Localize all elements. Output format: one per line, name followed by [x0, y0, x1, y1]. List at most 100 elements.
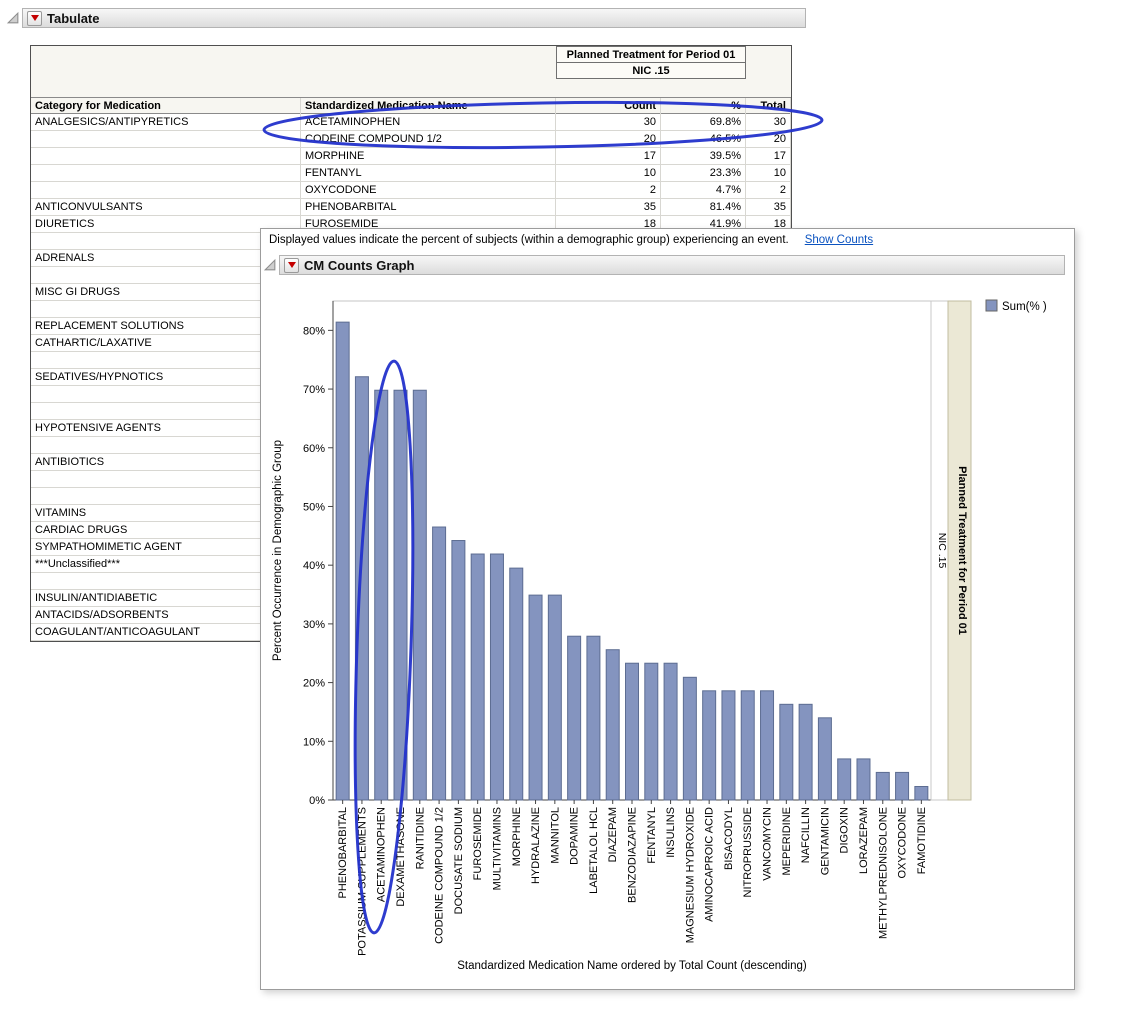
- x-axis-title: Standardized Medication Name ordered by …: [457, 960, 807, 972]
- x-tick-label: MAGNESIUM HYDROXIDE: [684, 807, 696, 943]
- legend-label: Sum(% ): [1002, 301, 1047, 313]
- table-cell-count[interactable]: 20: [556, 131, 661, 148]
- x-tick-label: NITROPRUSSIDE: [742, 807, 754, 897]
- bar-MULTIVITAMINS[interactable]: [490, 554, 503, 800]
- bar-BISACODYL[interactable]: [722, 691, 735, 800]
- x-tick-label: MORPHINE: [511, 807, 523, 866]
- x-tick-label: FAMOTIDINE: [916, 807, 928, 874]
- table-cell-category[interactable]: [31, 165, 301, 182]
- table-cell-category[interactable]: ANTICONVULSANTS: [31, 199, 301, 216]
- bar-AMINOCAPROIC ACID[interactable]: [703, 691, 716, 800]
- table-cell-medication[interactable]: OXYCODONE: [301, 182, 556, 199]
- treatment-group-header: NIC .15: [556, 62, 746, 79]
- bar-MANNITOL[interactable]: [548, 595, 561, 800]
- table-cell-medication[interactable]: PHENOBARBITAL: [301, 199, 556, 216]
- table-cell-total[interactable]: 30: [746, 114, 791, 131]
- disclosure-triangle-icon[interactable]: [6, 11, 20, 25]
- table-cell-medication[interactable]: ACETAMINOPHEN: [301, 114, 556, 131]
- tabulate-header-row: Tabulate: [6, 8, 806, 28]
- red-triangle-menu-icon[interactable]: [284, 258, 299, 273]
- x-tick-label: ACETAMINOPHEN: [376, 807, 388, 902]
- y-tick-label: 10%: [303, 736, 325, 748]
- table-cell-total[interactable]: 17: [746, 148, 791, 165]
- bar-HYDRALAZINE[interactable]: [529, 595, 542, 800]
- table-cell-category[interactable]: [31, 131, 301, 148]
- bar-chart: 0%10%20%30%40%50%60%70%80%PHENOBARBITALP…: [261, 279, 1076, 991]
- x-tick-label: DOPAMINE: [569, 807, 581, 865]
- show-counts-link[interactable]: Show Counts: [805, 234, 873, 246]
- bar-RANITIDINE[interactable]: [413, 390, 426, 800]
- bar-INSULINS[interactable]: [664, 663, 677, 800]
- jmp-report-page: Tabulate Planned Treatment for Period 01…: [0, 0, 1143, 1032]
- y-tick-label: 40%: [303, 560, 325, 572]
- x-tick-label: RANITIDINE: [414, 807, 426, 869]
- column-header: Total: [746, 98, 791, 115]
- table-cell-count[interactable]: 30: [556, 114, 661, 131]
- table-cell-total[interactable]: 20: [746, 131, 791, 148]
- graph-titlebar[interactable]: CM Counts Graph: [279, 255, 1065, 275]
- table-cell-total[interactable]: 10: [746, 165, 791, 182]
- table-cell-count[interactable]: 10: [556, 165, 661, 182]
- bar-DOCUSATE SODIUM[interactable]: [452, 541, 465, 800]
- group-label-outer: Planned Treatment for Period 01: [956, 466, 968, 635]
- bar-MAGNESIUM HYDROXIDE[interactable]: [683, 677, 696, 800]
- bar-FUROSEMIDE[interactable]: [471, 554, 484, 800]
- table-cell-count[interactable]: 35: [556, 199, 661, 216]
- tabulate-table-header: Planned Treatment for Period 01 NIC .15 …: [31, 46, 791, 114]
- column-header: Count: [556, 98, 661, 115]
- tabulate-title: Tabulate: [47, 11, 100, 26]
- bar-MEPERIDINE[interactable]: [780, 704, 793, 800]
- bar-LABETALOL HCL[interactable]: [587, 636, 600, 800]
- table-cell-medication[interactable]: MORPHINE: [301, 148, 556, 165]
- x-tick-label: FENTANYL: [646, 807, 658, 864]
- bar-FAMOTIDINE[interactable]: [915, 786, 928, 800]
- x-tick-label: BENZODIAZAPINE: [627, 807, 639, 903]
- bar-PHENOBARBITAL[interactable]: [336, 322, 349, 800]
- bar-ACETAMINOPHEN[interactable]: [375, 390, 388, 800]
- bar-CODEINE COMPOUND 1/2[interactable]: [433, 527, 446, 800]
- bar-VANCOMYCIN[interactable]: [761, 691, 774, 800]
- bar-OXYCODONE[interactable]: [896, 772, 909, 800]
- table-cell-category[interactable]: [31, 148, 301, 165]
- table-row: MORPHINE1739.5%17: [31, 148, 791, 165]
- table-cell-category[interactable]: ANALGESICS/ANTIPYRETICS: [31, 114, 301, 131]
- tabulate-titlebar[interactable]: Tabulate: [22, 8, 806, 28]
- y-axis-title: Percent Occurrence in Demographic Group: [272, 440, 284, 661]
- bar-BENZODIAZAPINE[interactable]: [626, 663, 639, 800]
- bar-NITROPRUSSIDE[interactable]: [741, 691, 754, 800]
- bar-DIGOXIN[interactable]: [838, 759, 851, 800]
- table-cell-category[interactable]: [31, 182, 301, 199]
- y-tick-label: 80%: [303, 325, 325, 337]
- disclosure-triangle-icon[interactable]: [263, 258, 277, 272]
- bar-FENTANYL[interactable]: [645, 663, 658, 800]
- table-cell-count[interactable]: 2: [556, 182, 661, 199]
- table-cell-total[interactable]: 35: [746, 199, 791, 216]
- red-triangle-menu-icon[interactable]: [27, 11, 42, 26]
- bar-MORPHINE[interactable]: [510, 568, 523, 800]
- table-row: FENTANYL1023.3%10: [31, 165, 791, 182]
- table-row: ANALGESICS/ANTIPYRETICSACETAMINOPHEN3069…: [31, 114, 791, 131]
- x-tick-label: FUROSEMIDE: [472, 807, 484, 880]
- bar-GENTAMICIN[interactable]: [818, 718, 831, 800]
- x-tick-label: INSULINS: [665, 807, 677, 858]
- bar-NAFCILLIN[interactable]: [799, 704, 812, 800]
- table-cell-medication[interactable]: FENTANYL: [301, 165, 556, 182]
- bar-LORAZEPAM[interactable]: [857, 759, 870, 800]
- table-cell-pct[interactable]: 69.8%: [661, 114, 746, 131]
- table-cell-pct[interactable]: 46.5%: [661, 131, 746, 148]
- bar-DOPAMINE[interactable]: [568, 636, 581, 800]
- column-header: %: [661, 98, 746, 115]
- table-cell-pct[interactable]: 81.4%: [661, 199, 746, 216]
- table-cell-pct[interactable]: 4.7%: [661, 182, 746, 199]
- table-cell-pct[interactable]: 23.3%: [661, 165, 746, 182]
- bar-DEXAMETHASONE[interactable]: [394, 390, 407, 800]
- bar-POTASSIUM SUPPLEMENTS[interactable]: [355, 377, 368, 800]
- bar-DIAZEPAM[interactable]: [606, 650, 619, 800]
- table-cell-count[interactable]: 17: [556, 148, 661, 165]
- table-cell-medication[interactable]: CODEINE COMPOUND 1/2: [301, 131, 556, 148]
- table-cell-total[interactable]: 2: [746, 182, 791, 199]
- graph-header-row: CM Counts Graph: [263, 255, 1065, 275]
- y-tick-label: 50%: [303, 501, 325, 513]
- bar-METHYLPREDNISOLONE[interactable]: [876, 772, 889, 800]
- table-cell-pct[interactable]: 39.5%: [661, 148, 746, 165]
